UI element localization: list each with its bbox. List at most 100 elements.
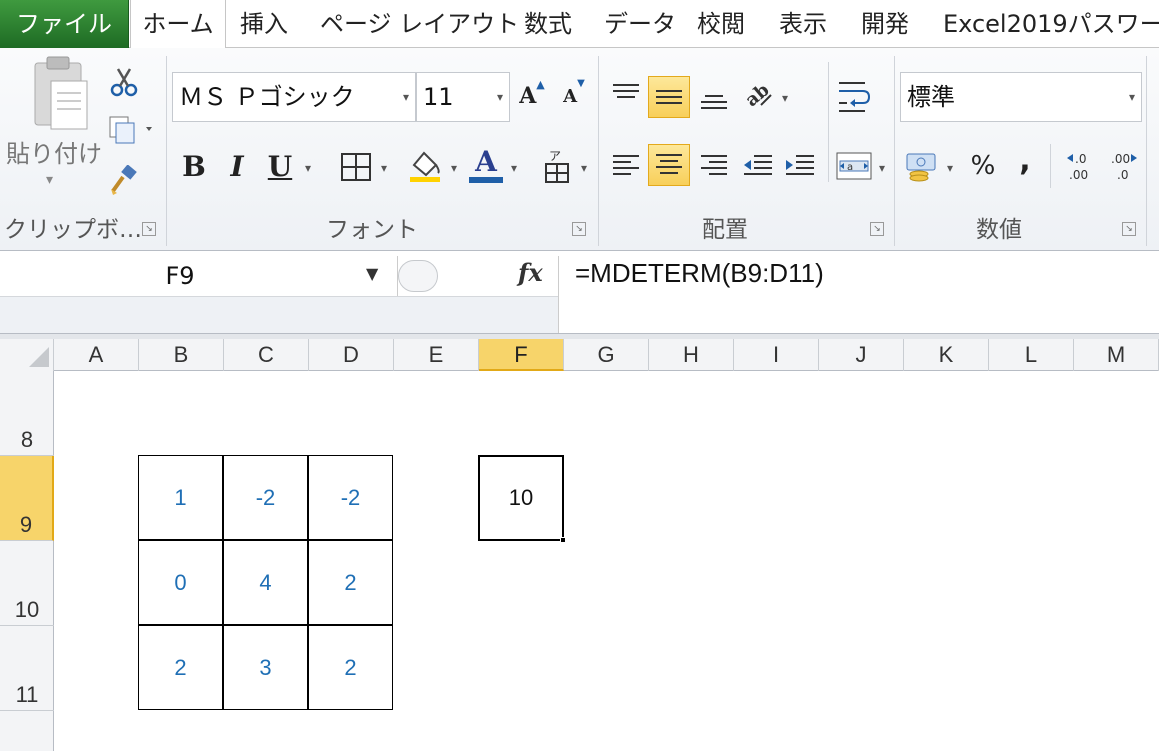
phonetic-dropdown-icon[interactable]: ▾ xyxy=(576,158,592,178)
group-separator xyxy=(894,56,895,246)
increase-indent-icon[interactable] xyxy=(780,146,820,186)
tab-developer[interactable]: 開発 xyxy=(861,0,909,48)
clipboard-group-label: クリップボ… xyxy=(4,217,142,243)
row-header-12[interactable] xyxy=(0,711,54,751)
column-header-e[interactable]: E xyxy=(394,339,479,371)
cell-b10[interactable]: 0 xyxy=(138,540,223,625)
cell-c9[interactable]: -2 xyxy=(223,455,308,540)
group-separator xyxy=(1146,56,1147,246)
grow-font-icon[interactable]: A ▲ xyxy=(514,78,550,114)
tab-password[interactable]: Excel2019パスワー xyxy=(943,0,1159,48)
align-top-icon[interactable] xyxy=(606,74,646,114)
fill-handle[interactable] xyxy=(560,537,566,543)
name-box-dropdown-icon[interactable]: ▼ xyxy=(366,264,378,283)
copy-icon[interactable] xyxy=(104,112,158,148)
clipboard-launcher-icon[interactable]: ↘ xyxy=(142,222,156,236)
alignment-launcher-icon[interactable]: ↘ xyxy=(870,222,884,236)
italic-button[interactable]: I xyxy=(220,146,254,186)
merge-dropdown-icon[interactable]: ▾ xyxy=(874,158,890,178)
select-all-button[interactable] xyxy=(0,339,54,371)
insert-function-icon[interactable]: fx xyxy=(518,258,543,287)
underline-button[interactable]: U xyxy=(262,146,298,186)
svg-text:ア: ア xyxy=(549,149,561,163)
align-bottom-icon[interactable] xyxy=(694,78,734,118)
font-size-select[interactable]: 11 ▾ xyxy=(416,72,510,122)
tab-file[interactable]: ファイル xyxy=(0,0,129,48)
name-box[interactable]: F9 ▼ xyxy=(0,256,398,296)
fill-color-dropdown-icon[interactable]: ▾ xyxy=(446,158,462,178)
align-center-icon[interactable] xyxy=(648,144,690,186)
row-header-8[interactable]: 8 xyxy=(0,371,54,456)
cell-d10[interactable]: 2 xyxy=(308,540,393,625)
row-header-9[interactable]: 9 xyxy=(0,456,54,541)
borders-icon[interactable] xyxy=(336,148,376,186)
borders-dropdown-icon[interactable]: ▾ xyxy=(376,158,392,178)
number-launcher-icon[interactable]: ↘ xyxy=(1122,222,1136,236)
formula-input[interactable]: =MDETERM(B9:D11) xyxy=(558,256,1159,334)
tab-view[interactable]: 表示 xyxy=(779,0,827,48)
decrease-indent-icon[interactable] xyxy=(738,146,778,186)
group-separator xyxy=(828,62,829,182)
font-launcher-icon[interactable]: ↘ xyxy=(572,222,586,236)
cell-c11[interactable]: 3 xyxy=(223,625,308,710)
align-middle-icon[interactable] xyxy=(648,76,690,118)
cell-c10[interactable]: 4 xyxy=(223,540,308,625)
column-header-g[interactable]: G xyxy=(564,339,649,371)
column-header-c[interactable]: C xyxy=(224,339,309,371)
tab-formulas[interactable]: 数式 xyxy=(524,0,572,48)
svg-text:.0: .0 xyxy=(1075,152,1086,166)
underline-dropdown-icon[interactable]: ▾ xyxy=(298,158,318,178)
currency-icon[interactable] xyxy=(902,146,942,186)
paste-dropdown-icon[interactable]: ▾ xyxy=(46,172,53,188)
cell-d11[interactable]: 2 xyxy=(308,625,393,710)
bold-button[interactable]: B xyxy=(176,146,212,186)
active-cell-f9[interactable]: 10 xyxy=(478,455,564,541)
comma-style-button[interactable]: , xyxy=(1008,140,1042,180)
font-family-select[interactable]: ＭＳ Ｐゴシック ▾ xyxy=(172,72,416,122)
tab-page-layout[interactable]: ページ レイアウト xyxy=(320,0,519,48)
align-right-icon[interactable] xyxy=(694,146,734,186)
column-header-a[interactable]: A xyxy=(54,339,139,371)
paste-icon[interactable] xyxy=(18,54,98,134)
formula-controls: fx xyxy=(398,256,558,296)
number-format-select[interactable]: 標準 ▾ xyxy=(900,72,1142,122)
tab-review[interactable]: 校閲 xyxy=(697,0,745,48)
paste-label[interactable]: 貼り付け xyxy=(6,134,102,169)
column-header-l[interactable]: L xyxy=(989,339,1074,371)
cell-d9[interactable]: -2 xyxy=(308,455,393,540)
font-color-button[interactable]: A xyxy=(466,144,506,186)
column-header-j[interactable]: J xyxy=(819,339,904,371)
percent-style-button[interactable]: % xyxy=(966,146,1000,186)
column-header-k[interactable]: K xyxy=(904,339,989,371)
tab-insert[interactable]: 挿入 xyxy=(240,0,288,48)
orientation-icon[interactable]: ab xyxy=(738,74,778,114)
column-header-i[interactable]: I xyxy=(734,339,819,371)
currency-dropdown-icon[interactable]: ▾ xyxy=(942,158,958,178)
phonetic-icon[interactable]: ア xyxy=(540,144,576,186)
column-header-d[interactable]: D xyxy=(309,339,394,371)
column-header-m[interactable]: M xyxy=(1074,339,1159,371)
increase-decimal-icon[interactable]: .0.00 xyxy=(1062,146,1102,186)
decrease-decimal-icon[interactable]: .00.0 xyxy=(1104,146,1144,186)
worksheet-grid[interactable]: 1 -2 -2 0 4 2 2 3 2 10 xyxy=(54,371,1159,751)
column-header-f[interactable]: F xyxy=(479,339,564,371)
fill-color-icon[interactable] xyxy=(404,146,446,186)
column-header-h[interactable]: H xyxy=(649,339,734,371)
formula-bar-splitter-handle[interactable] xyxy=(398,260,438,292)
format-painter-icon[interactable] xyxy=(106,162,142,198)
chevron-down-icon: ▾ xyxy=(496,90,503,104)
wrap-text-icon[interactable] xyxy=(834,76,874,116)
orientation-dropdown-icon[interactable]: ▾ xyxy=(778,88,792,108)
cut-icon[interactable] xyxy=(106,64,142,100)
font-color-dropdown-icon[interactable]: ▾ xyxy=(506,158,522,178)
tab-data[interactable]: データ xyxy=(604,0,676,48)
cell-b9[interactable]: 1 xyxy=(138,455,223,540)
align-left-icon[interactable] xyxy=(606,146,646,186)
row-header-10[interactable]: 10 xyxy=(0,541,54,626)
row-header-11[interactable]: 11 xyxy=(0,626,54,711)
merge-center-icon[interactable]: a xyxy=(834,146,874,186)
cell-b11[interactable]: 2 xyxy=(138,625,223,710)
column-header-b[interactable]: B xyxy=(139,339,224,371)
tab-home[interactable]: ホーム xyxy=(130,0,226,49)
shrink-font-icon[interactable]: A ▼ xyxy=(556,78,592,114)
